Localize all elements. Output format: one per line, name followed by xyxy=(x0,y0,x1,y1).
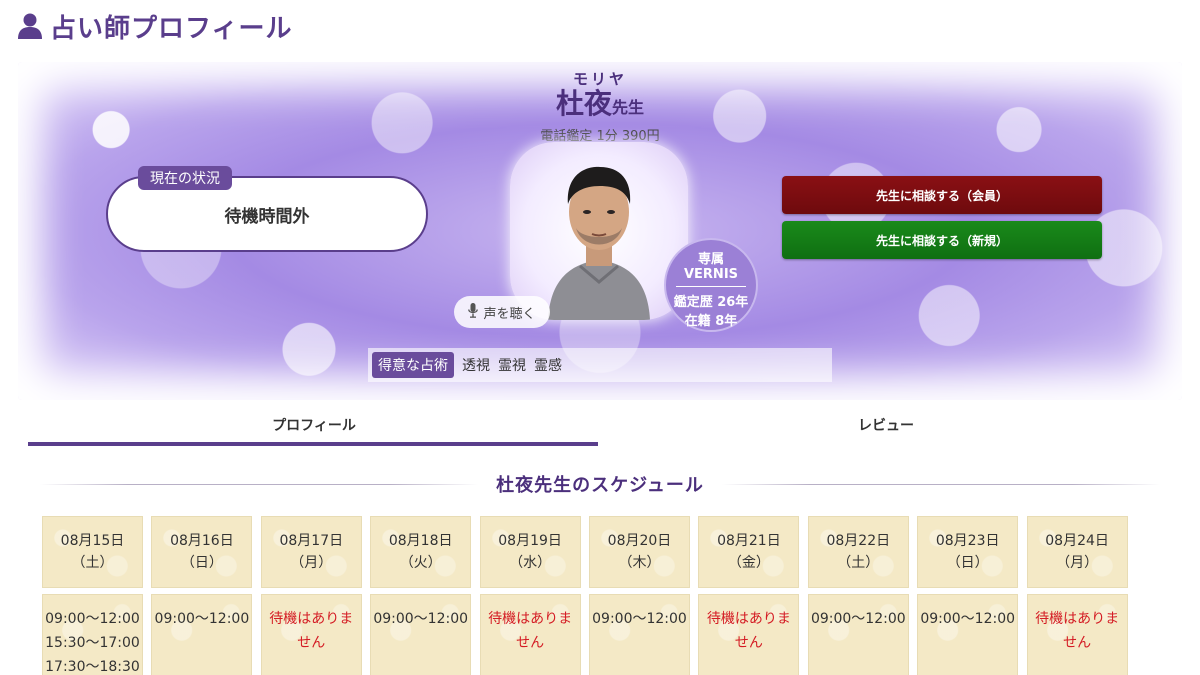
tab-profile[interactable]: プロフィール xyxy=(28,404,600,446)
schedule-date: 08月22日 xyxy=(826,533,891,549)
consult-member-button[interactable]: 先生に相談する（会員） xyxy=(782,176,1102,214)
schedule-slot-cell: 待機はありません xyxy=(698,594,800,675)
profile-banner: モリヤ 杜夜先生 電話鑑定 1分 390円 現在の状況 待機時間外 声を聴く 専… xyxy=(18,62,1182,400)
schedule-time-slot: 09:00〜12:00 xyxy=(810,611,906,627)
teller-name-text: 杜夜 xyxy=(555,87,612,120)
specialty-item: 霊視 xyxy=(498,358,526,374)
schedule-slot-cell: 09:00〜12:00 xyxy=(917,594,1019,675)
teller-honorific: 先生 xyxy=(612,98,645,117)
schedule-time-slot: 09:00〜12:00 xyxy=(154,611,250,627)
teller-name-block: モリヤ 杜夜先生 電話鑑定 1分 390円 xyxy=(18,68,1182,144)
schedule-date: 08月18日 xyxy=(388,533,453,549)
schedule-slot-cell: 待機はありません xyxy=(260,594,362,675)
specialty-item: 霊感 xyxy=(534,358,562,374)
schedule-date: 08月20日 xyxy=(607,533,672,549)
badge-tenure: 在籍 8年 xyxy=(684,314,738,329)
badge-experience: 鑑定歴 26年 xyxy=(673,295,749,310)
schedule-date-cell: 08月20日 （木） xyxy=(589,516,690,588)
schedule-weekday: （土） xyxy=(837,555,880,571)
consult-new-button[interactable]: 先生に相談する（新規） xyxy=(782,221,1102,259)
teller-furigana: モリヤ xyxy=(572,70,627,88)
specialty-item: 透視 xyxy=(462,358,490,374)
schedule-time-slot: 09:00〜12:00 xyxy=(920,611,1016,627)
schedule-day: 08月15日 （土） 09:00〜12:00 15:30〜17:00 17:30〜18:… xyxy=(42,516,143,675)
schedule-slot-cell: 09:00〜12:00 xyxy=(807,594,909,675)
badge-exclusive: 専属 xyxy=(697,252,724,267)
schedule-date: 08月23日 xyxy=(935,533,1000,549)
schedule-weekday: （日） xyxy=(946,555,989,571)
schedule-date-cell: 08月15日 （土） xyxy=(42,516,143,588)
user-icon xyxy=(18,13,42,39)
schedule-day: 08月19日 （水） 待機はありません xyxy=(479,516,581,675)
schedule-date-cell: 08月18日 （火） xyxy=(370,516,472,588)
schedule-date-cell: 08月17日 （月） xyxy=(260,516,362,588)
schedule-date-cell: 08月19日 （水） xyxy=(479,516,581,588)
schedule-day: 08月17日 （月） 待機はありません xyxy=(260,516,362,675)
tab-review[interactable]: レビュー xyxy=(600,404,1172,446)
schedule-weekday: （月） xyxy=(1056,555,1099,571)
schedule-weekday: （木） xyxy=(618,555,661,571)
teller-name: 杜夜先生 xyxy=(18,89,1182,123)
schedule-title: 杜夜先生のスケジュール xyxy=(496,475,704,496)
schedule-date: 08月15日 xyxy=(60,533,125,549)
status-label: 現在の状況 xyxy=(138,166,232,190)
schedule-time-slot: 09:00〜12:00 xyxy=(592,611,687,627)
teller-photo xyxy=(510,142,688,320)
schedule-weekday: （日） xyxy=(180,555,223,571)
schedule-date: 08月16日 xyxy=(170,533,234,549)
no-availability-text: 待機はありません xyxy=(269,611,354,651)
listen-voice-label: 声を聴く xyxy=(483,306,536,322)
schedule-day: 08月18日 （火） 09:00〜12:00 xyxy=(370,516,472,675)
schedule-day: 08月21日 （金） 待機はありません xyxy=(698,516,800,675)
status-value: 待機時間外 xyxy=(224,206,310,227)
schedule-time-slot: 09:00〜12:00 xyxy=(45,611,140,627)
schedule-heading: 杜夜先生のスケジュール xyxy=(40,470,1160,498)
page-heading: 占い師プロフィール xyxy=(18,8,292,44)
schedule-weekday: （火） xyxy=(399,555,442,571)
schedule-day: 08月20日 （木） 09:00〜12:00 xyxy=(589,516,690,675)
microphone-icon xyxy=(468,302,479,322)
divider xyxy=(721,483,1160,485)
schedule-date: 08月21日 xyxy=(717,533,781,549)
schedule-slot-cell: 09:00〜12:00 xyxy=(151,594,253,675)
schedule-weekday: （月） xyxy=(290,555,333,571)
schedule-slot-cell: 09:00〜12:00 xyxy=(370,594,472,675)
schedule-slot-cell: 待機はありません xyxy=(479,594,581,675)
no-availability-text: 待機はありません xyxy=(488,611,573,651)
schedule-weekday: （土） xyxy=(71,555,114,571)
schedule-date: 08月17日 xyxy=(279,533,344,549)
schedule-slot-cell: 09:00〜12:00 xyxy=(589,594,690,675)
specialty-label: 得意な占術 xyxy=(372,352,454,378)
specialty-bar: 得意な占術 透視 霊視 霊感 xyxy=(368,348,832,382)
schedule-slot-cell: 待機はありません xyxy=(1026,594,1128,675)
no-availability-text: 待機はありません xyxy=(706,611,791,651)
schedule-day: 08月24日 （月） 待機はありません xyxy=(1026,516,1128,675)
schedule-day: 08月16日 （日） 09:00〜12:00 xyxy=(151,516,253,675)
page-title: 占い師プロフィール xyxy=(50,13,293,44)
schedule-day: 08月23日 （日） 09:00〜12:00 xyxy=(917,516,1019,675)
schedule-time-slot: 09:00〜12:00 xyxy=(373,611,469,627)
listen-voice-button[interactable]: 声を聴く xyxy=(454,296,550,328)
exclusive-badge: 専属 VERNIS 鑑定歴 26年 在籍 8年 xyxy=(664,238,758,332)
schedule-date: 08月19日 xyxy=(498,533,562,549)
schedule-date-cell: 08月16日 （日） xyxy=(151,516,253,588)
schedule-date-cell: 08月21日 （金） xyxy=(698,516,800,588)
schedule-date-cell: 08月23日 （日） xyxy=(917,516,1019,588)
no-availability-text: 待機はありません xyxy=(1035,611,1120,651)
schedule-day: 08月22日 （土） 09:00〜12:00 xyxy=(807,516,909,675)
schedule-slot-cell: 09:00〜12:00 15:30〜17:00 17:30〜18:30 xyxy=(42,594,143,675)
badge-divider xyxy=(676,286,746,287)
schedule-time-slot: 17:30〜18:30 xyxy=(45,659,140,675)
badge-brand: VERNIS xyxy=(683,267,739,282)
profile-tabs: プロフィール レビュー xyxy=(28,404,1172,446)
schedule-date-cell: 08月24日 （月） xyxy=(1026,516,1128,588)
divider xyxy=(40,483,479,485)
schedule-date: 08月24日 xyxy=(1045,533,1109,549)
status-box: 現在の状況 待機時間外 xyxy=(106,166,428,252)
schedule-weekday: （水） xyxy=(509,555,552,571)
schedule-date-cell: 08月22日 （土） xyxy=(807,516,909,588)
schedule-weekday: （金） xyxy=(727,555,770,571)
schedule-time-slot: 15:30〜17:00 xyxy=(45,635,140,651)
